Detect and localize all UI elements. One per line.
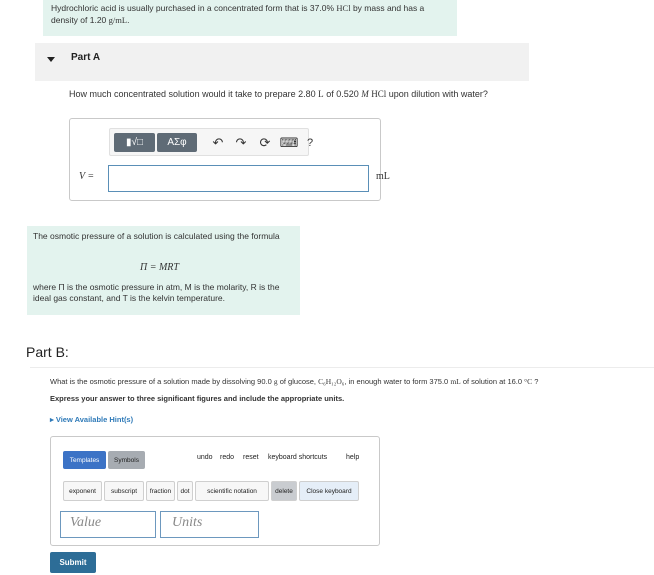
part-a-q-2: of 0.520 xyxy=(326,89,359,99)
part-a-question: How much concentrated solution would it … xyxy=(69,89,519,100)
part-a-title: Part A xyxy=(71,52,101,63)
part-b-answer-box: Templates Symbols undo redo reset keyboa… xyxy=(50,436,380,546)
undo-icon[interactable]: ↶ xyxy=(209,134,227,152)
delete-button[interactable]: delete xyxy=(271,481,297,501)
part-b-q-2: of glucose, xyxy=(279,377,316,386)
part-b-q-formula: C₆H₁₂O₆ xyxy=(318,377,345,386)
info-line-1: The osmotic pressure of a solution is ca… xyxy=(33,231,280,241)
part-a-q-molarity: M xyxy=(361,89,369,99)
part-a-answer-box: ▮√□ ΑΣφ ↶ ↷ ⟳ ⌨ ? V = mL xyxy=(69,118,390,201)
dot-button[interactable]: dot xyxy=(177,481,193,501)
scientific-notation-button[interactable]: scientific notation xyxy=(195,481,269,501)
part-b-q-degc: °C xyxy=(524,377,533,386)
keyboard-icon[interactable]: ⌨ xyxy=(280,134,299,152)
part-a-q-1: How much concentrated solution would it … xyxy=(69,89,316,99)
info-where-text: where Π is the osmotic pressure in atm, … xyxy=(33,282,280,303)
symbols-button[interactable]: ΑΣφ xyxy=(157,133,197,152)
intro-text-1: Hydrochloric acid is usually purchased i… xyxy=(51,3,327,13)
keyboard-shortcuts-link[interactable]: keyboard shortcuts xyxy=(268,454,327,461)
submit-button[interactable]: Submit xyxy=(50,552,96,573)
symbols-tab[interactable]: Symbols xyxy=(108,451,145,469)
part-b-q-5: ? xyxy=(534,377,539,386)
redo-link[interactable]: redo xyxy=(220,454,234,461)
part-a-q-3: upon dilution with water? xyxy=(388,89,488,99)
exponent-button[interactable]: exponent xyxy=(63,481,102,501)
templates-button[interactable]: ▮√□ xyxy=(114,133,155,152)
redo-icon[interactable]: ↷ xyxy=(232,134,250,152)
close-keyboard-button[interactable]: Close keyboard xyxy=(299,481,359,501)
intro-box: Hydrochloric acid is usually purchased i… xyxy=(43,0,457,36)
view-hints-link[interactable]: ▸ View Available Hint(s) xyxy=(50,415,133,424)
part-b-q-4: of solution at 16.0 xyxy=(462,377,523,386)
units-input[interactable]: Units xyxy=(160,511,259,538)
intro-chem: HCl xyxy=(336,3,351,13)
part-b-q-3: , in enough water to form 375.0 xyxy=(344,377,449,386)
part-b-instructions: Express your answer to three significant… xyxy=(50,394,345,403)
subscript-button[interactable]: subscript xyxy=(104,481,144,501)
osmotic-info-box: The osmotic pressure of a solution is ca… xyxy=(27,226,300,315)
part-b-q-ml: mL xyxy=(450,377,461,386)
intro-percent: % xyxy=(326,3,335,13)
help-icon[interactable]: ? xyxy=(303,134,317,152)
part-b-q-1: What is the osmotic pressure of a soluti… xyxy=(50,377,272,386)
caret-right-icon: ▸ xyxy=(50,415,54,424)
value-input[interactable]: Value xyxy=(60,511,156,538)
part-a-toolbar: ▮√□ ΑΣφ ↶ ↷ ⟳ ⌨ ? xyxy=(109,128,313,156)
templates-tab[interactable]: Templates xyxy=(63,451,106,469)
part-b-question: What is the osmotic pressure of a soluti… xyxy=(50,377,654,387)
reset-link[interactable]: reset xyxy=(243,454,259,461)
answer-input[interactable] xyxy=(108,165,369,192)
part-b-title: Part B: xyxy=(26,344,69,360)
part-b-q-g: g xyxy=(273,377,278,386)
intro-density-unit: g/mL xyxy=(108,15,128,25)
view-hints-label: View Available Hint(s) xyxy=(55,415,134,424)
reset-icon[interactable]: ⟳ xyxy=(256,134,274,152)
unit-label: mL xyxy=(376,171,390,182)
osmotic-formula: Π = MRT xyxy=(140,262,179,273)
part-a-q-chem: HCl xyxy=(371,89,387,99)
fraction-button[interactable]: fraction xyxy=(146,481,175,501)
undo-link[interactable]: undo xyxy=(197,454,213,461)
help-link[interactable]: help xyxy=(346,454,359,461)
part-a-header[interactable]: Part A xyxy=(35,43,529,81)
variable-label: V = xyxy=(79,171,95,182)
intro-end: . xyxy=(127,15,130,25)
part-a-q-unit-l: L xyxy=(318,89,324,99)
divider xyxy=(30,367,654,368)
caret-down-icon[interactable] xyxy=(47,57,55,62)
